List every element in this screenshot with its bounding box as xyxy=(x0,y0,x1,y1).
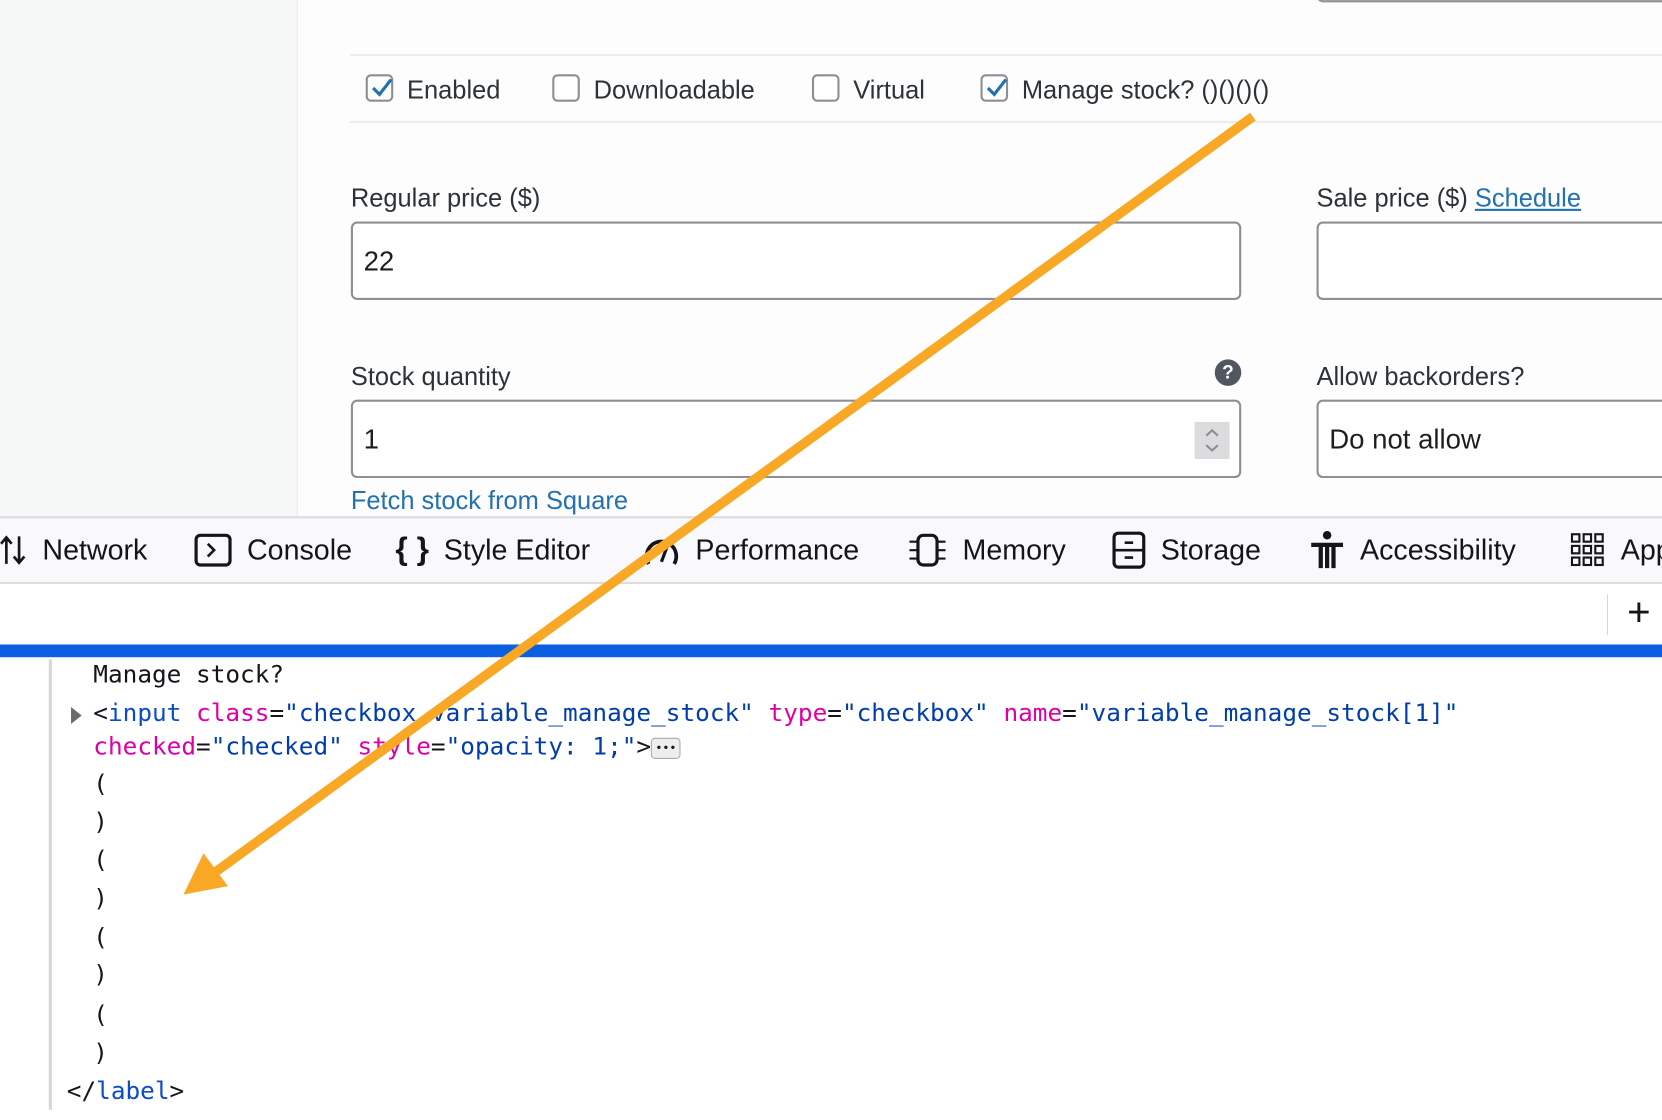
annotation-arrow xyxy=(183,112,1256,895)
